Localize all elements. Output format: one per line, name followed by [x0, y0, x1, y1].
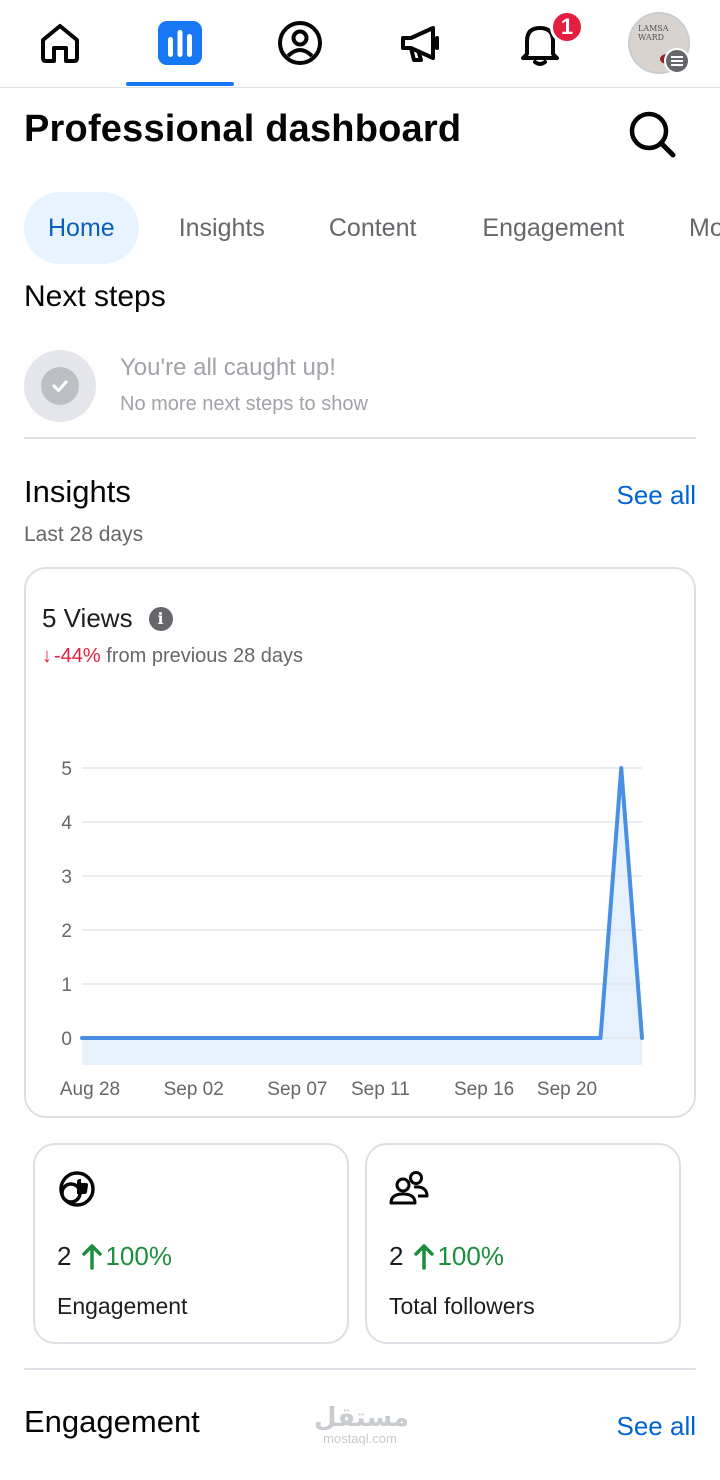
x-tick-label: Sep 20 — [537, 1079, 597, 1100]
engagement-see-all-link[interactable]: See all — [617, 1411, 697, 1442]
caught-up-subtitle: No more next steps to show — [120, 393, 368, 415]
y-tick-label: 5 — [61, 759, 72, 780]
followers-icon — [389, 1171, 429, 1205]
views-line-chart: 0 1 2 3 4 5 Aug 28 Sep 02 Sep 07 Sep 11 Sep 16 Sep … — [60, 759, 644, 1100]
engagement-heading: Engagement — [24, 1404, 200, 1439]
chart-area-fill — [82, 768, 642, 1065]
x-tick-label: Sep 02 — [164, 1079, 224, 1100]
next-steps-heading: Next steps — [24, 276, 324, 316]
home-tab[interactable] — [6, 0, 114, 86]
followers-percent: 100% — [437, 1241, 504, 1271]
active-tab-indicator — [126, 82, 234, 86]
tab-more[interactable]: Mo — [689, 192, 720, 264]
profile-icon — [278, 21, 322, 65]
x-tick-label: Sep 11 — [351, 1079, 410, 1100]
tab-home[interactable]: Home — [24, 192, 139, 264]
x-tick-label: Sep 16 — [454, 1079, 514, 1100]
engagement-value: 2 — [57, 1241, 72, 1271]
home-icon — [41, 24, 79, 63]
notification-badge: 1 — [550, 10, 584, 44]
engagement-percent: 100% — [105, 1241, 172, 1271]
y-tick-label: 1 — [61, 975, 72, 996]
followers-value-row: 2 100% — [389, 1241, 504, 1272]
caught-up-title: You're all caught up! — [120, 354, 336, 381]
watermark: مستقل mostaql.com — [314, 1403, 410, 1446]
insights-heading: Insights — [24, 474, 131, 509]
top-navigation: 1 LAMSA WARD — [0, 0, 720, 88]
tab-insights[interactable]: Insights — [155, 192, 289, 264]
ads-tab[interactable] — [366, 0, 474, 86]
up-arrow-icon — [414, 1243, 435, 1270]
y-tick-label: 3 — [61, 867, 72, 888]
watermark-arabic: مستقل — [314, 1403, 410, 1433]
search-icon[interactable] — [624, 106, 680, 162]
profile-tab[interactable] — [246, 0, 354, 86]
followers-label: Total followers — [389, 1293, 535, 1319]
divider — [24, 1368, 696, 1370]
page-title: Professional dashboard — [24, 108, 462, 150]
tab-engagement[interactable]: Engagement — [458, 192, 648, 264]
next-steps-title: Next steps — [24, 280, 166, 313]
insights-period: Last 28 days — [24, 523, 144, 546]
check-icon — [52, 380, 68, 392]
followers-metric-card[interactable]: 2 100% Total followers — [365, 1143, 681, 1344]
x-tick-label: Aug 28 — [60, 1079, 120, 1100]
x-tick-label: Sep 07 — [267, 1079, 327, 1100]
watermark-latin: mostaql.com — [323, 1431, 397, 1446]
engagement-icon — [59, 1171, 95, 1207]
up-arrow-icon — [82, 1243, 103, 1270]
menu-icon[interactable] — [664, 48, 690, 74]
engagement-metric-card[interactable]: 2 100% Engagement — [33, 1143, 349, 1344]
views-series-line — [80, 766, 644, 1040]
y-tick-label: 0 — [61, 1029, 72, 1050]
megaphone-icon — [401, 26, 439, 62]
dashboard-chart-icon — [158, 21, 202, 65]
dashboard-tab[interactable] — [126, 0, 234, 86]
views-chart-card[interactable]: 5 Views i ↓ -44% from previous 28 days 0… — [24, 567, 696, 1118]
engagement-value-row: 2 100% — [57, 1241, 172, 1272]
caught-up-icon — [24, 350, 96, 422]
y-tick-label: 2 — [61, 921, 72, 942]
tab-content[interactable]: Content — [305, 192, 441, 264]
insights-see-all-link[interactable]: See all — [617, 480, 697, 511]
y-tick-label: 4 — [61, 813, 72, 834]
divider — [24, 437, 696, 439]
engagement-label: Engagement — [57, 1293, 188, 1319]
followers-value: 2 — [389, 1241, 404, 1271]
dashboard-tabs: Home Insights Content Engagement Mo — [24, 192, 720, 264]
